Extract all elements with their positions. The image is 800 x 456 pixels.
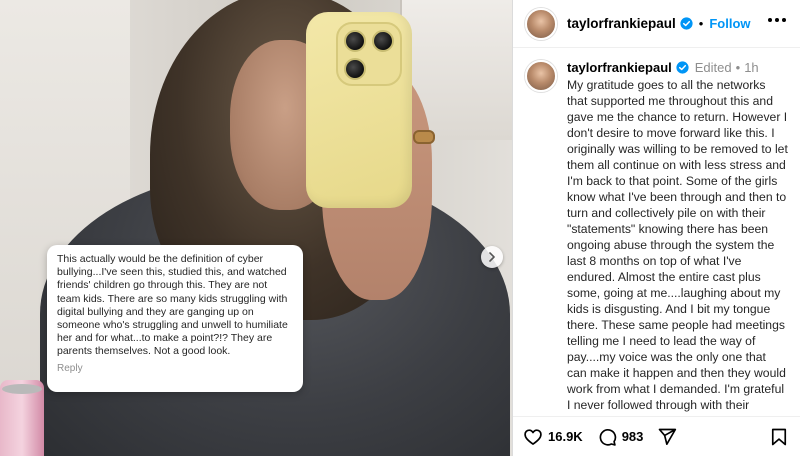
share-button[interactable] (657, 427, 677, 447)
avatar[interactable] (525, 7, 557, 40)
post-timestamp[interactable]: 1h (744, 60, 758, 75)
comment-text: This actually would be the definition of… (57, 253, 288, 358)
next-arrow-icon (489, 252, 495, 262)
caption-avatar[interactable] (525, 60, 557, 92)
bookmark-icon (771, 428, 787, 446)
edited-label: Edited (694, 60, 732, 75)
caption-separator: • (735, 60, 741, 75)
photo-ring (413, 130, 435, 144)
more-options-icon[interactable] (768, 18, 786, 22)
photo-phone-camera (336, 22, 402, 86)
comment-button[interactable]: 983 (597, 427, 644, 447)
share-icon (659, 428, 677, 445)
photo-soda-can-top (2, 384, 42, 394)
verified-badge-icon (676, 61, 689, 74)
caption-username[interactable]: taylorfrankiepaul (567, 60, 672, 75)
caption-area: taylorfrankiepaul Edited • 1h My gratitu… (513, 48, 800, 416)
comment-icon (599, 428, 616, 446)
verified-badge-icon (680, 17, 693, 30)
action-bar: 16.9K 983 (513, 416, 800, 456)
like-button[interactable]: 16.9K (523, 427, 583, 447)
post-photo[interactable]: This actually would be the definition of… (0, 0, 512, 456)
post-details-panel: taylorfrankiepaul • Follow taylorfrankie… (512, 0, 800, 456)
follow-button[interactable]: Follow (709, 16, 750, 31)
comment-reply-label: Reply (57, 362, 83, 374)
like-count: 16.9K (548, 429, 583, 444)
heart-icon (524, 428, 542, 445)
comment-screenshot-card: This actually would be the definition of… (47, 245, 303, 392)
header-separator: • (698, 16, 704, 31)
post-header: taylorfrankiepaul • Follow (513, 0, 800, 48)
comment-count: 983 (621, 429, 644, 444)
caption-text: My gratitude goes to all the networks th… (567, 78, 788, 416)
save-button[interactable] (769, 427, 789, 452)
header-username[interactable]: taylorfrankiepaul (567, 16, 676, 31)
next-photo-button[interactable] (481, 246, 503, 268)
